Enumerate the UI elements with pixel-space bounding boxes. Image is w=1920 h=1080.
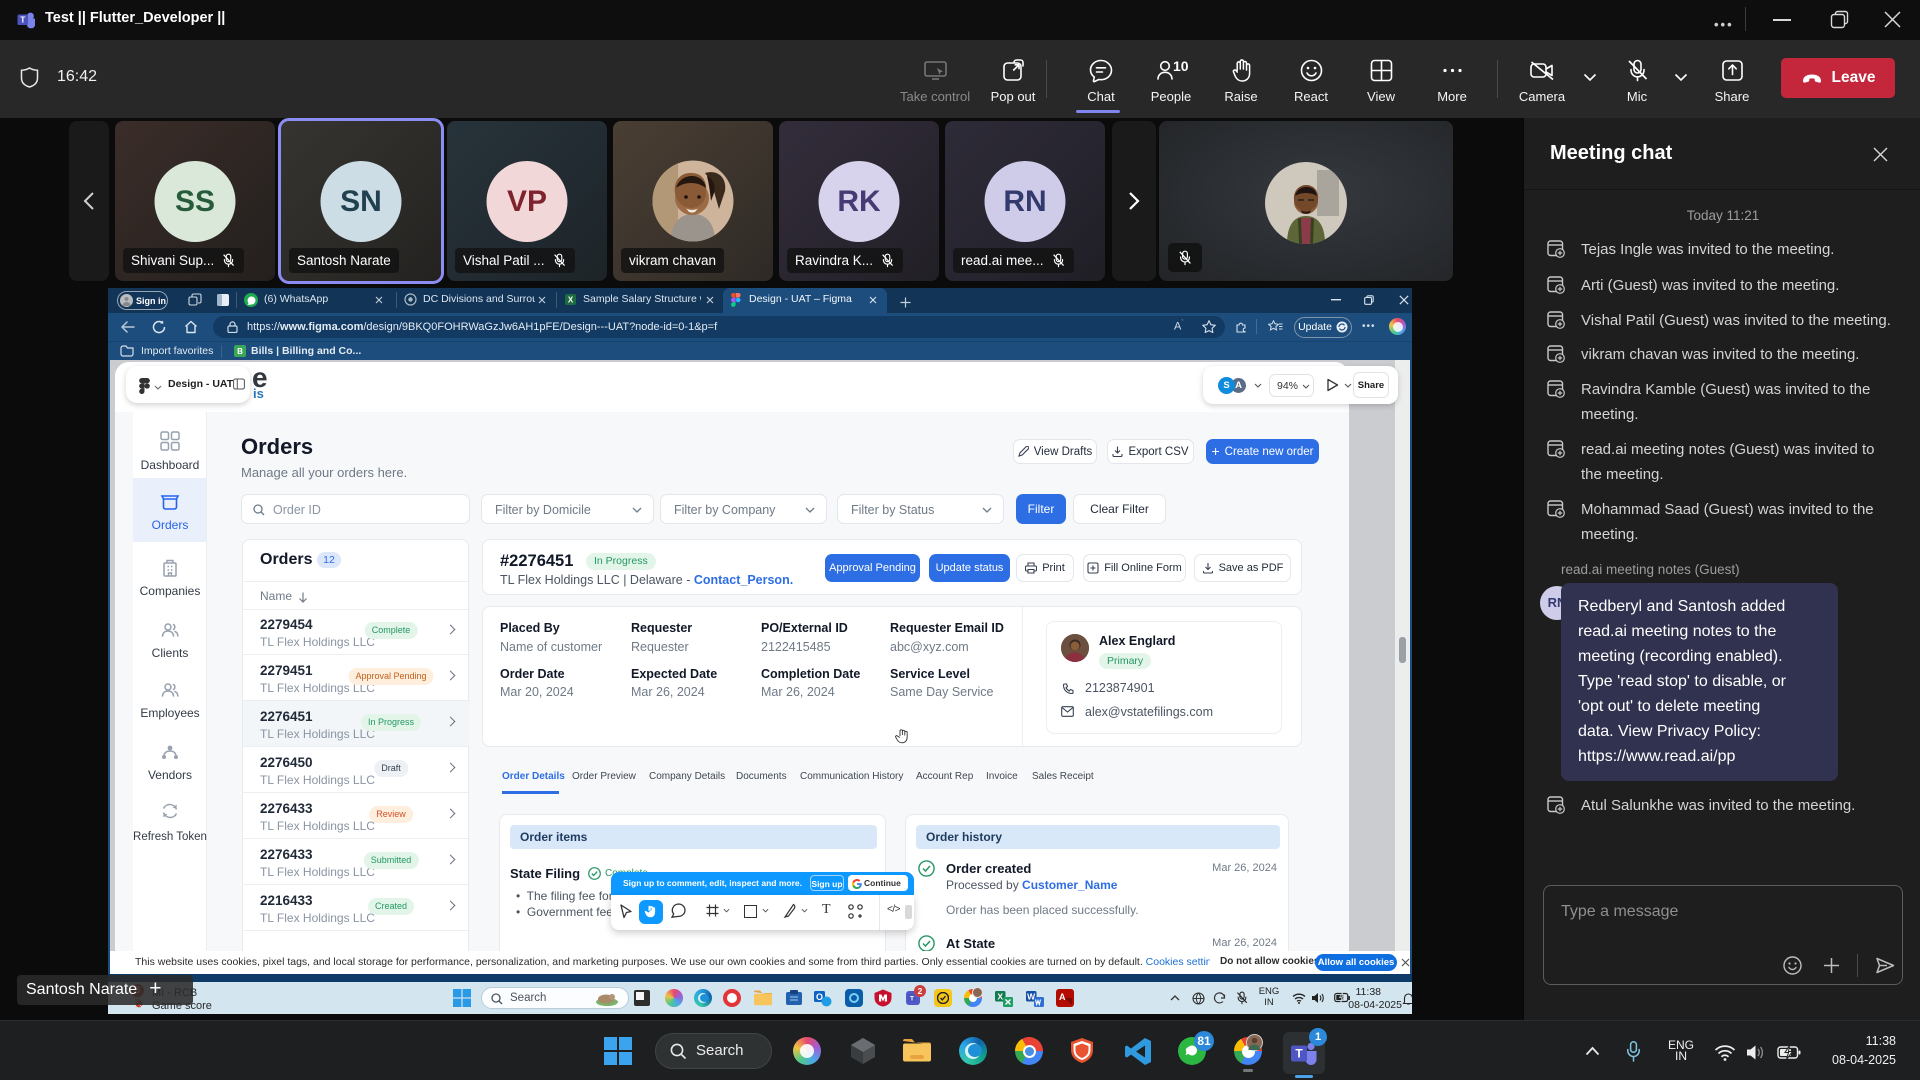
- svg-text:B: B: [237, 347, 243, 356]
- svg-text:T: T: [20, 14, 26, 24]
- svg-text:T: T: [1295, 1047, 1303, 1061]
- svg-text:T: T: [910, 996, 914, 1003]
- svg-text:X: X: [997, 992, 1003, 1002]
- svg-text:X: X: [568, 296, 574, 305]
